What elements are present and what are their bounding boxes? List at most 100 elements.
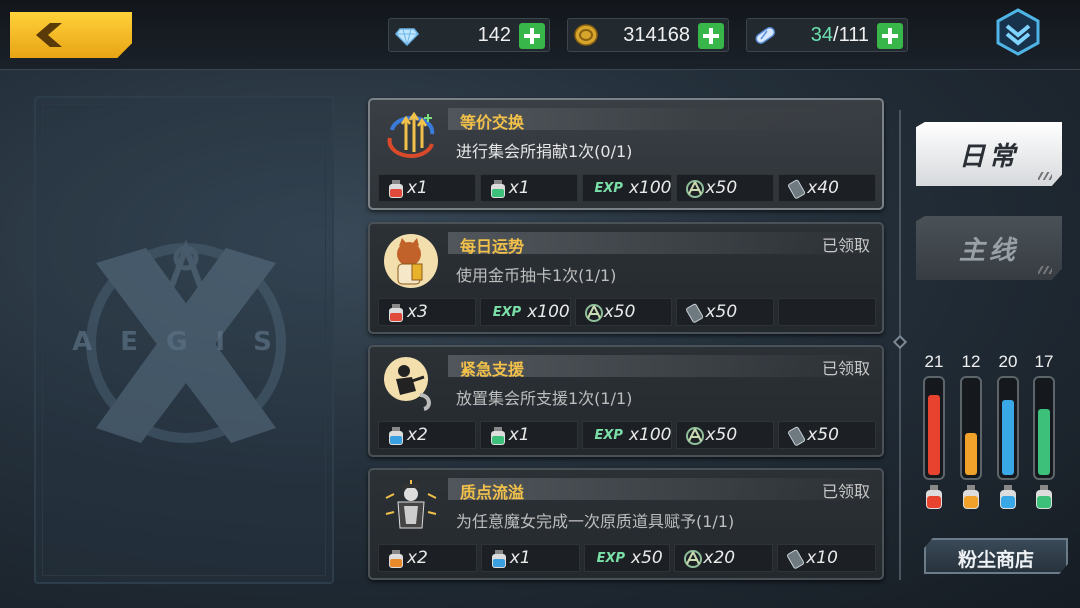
task-description: 为任意魔女完成一次原质道具赋予(1/1) <box>456 512 735 531</box>
gauge-value: 20 <box>998 352 1018 371</box>
task-card[interactable]: 每日运势 已领取使用金币抽卡1次(1/1) x3 EXP x100 x50 x50 <box>368 222 884 334</box>
reward-count: x40 <box>807 178 839 198</box>
reward-row: x1 x1 EXP x100 x50 x40 <box>378 174 877 202</box>
gauge-potion-icon <box>1000 485 1016 509</box>
reward-count: x1 <box>508 178 530 198</box>
task-description: 进行集会所捐献1次(0/1) <box>456 142 633 161</box>
emblem-token-icon <box>684 550 703 568</box>
task-card[interactable]: 质点流溢 已领取 为任意魔女完成一次原质道具赋予(1/1) x2 x1 EXP x50 x20… <box>368 468 884 580</box>
exp-icon: EXP <box>492 304 522 320</box>
exp-icon: EXP <box>594 427 623 443</box>
back-button[interactable] <box>10 12 132 58</box>
tab-daily[interactable]: 日常 <box>916 122 1062 186</box>
dust-shop-button[interactable]: 粉尘商店 <box>924 538 1068 574</box>
gold-coin-icon <box>574 24 598 46</box>
reward-slot: x1 <box>479 174 578 202</box>
task-card[interactable]: 等价交换 进行集会所捐献1次(0/1) x1 x1 EXP x100 x50 x40 <box>368 98 884 210</box>
support-soldier-icon <box>384 357 431 411</box>
resource-gauge: 17 <box>1032 352 1056 512</box>
reward-slot: x50 <box>574 298 673 326</box>
add-diamond-button[interactable] <box>519 23 545 49</box>
reward-slot: x20 <box>674 544 774 572</box>
potion-green-icon <box>490 427 505 445</box>
reward-slot: EXP x100 <box>581 421 673 449</box>
gauge-value: 12 <box>961 352 981 371</box>
reward-slot: x2 <box>378 544 477 572</box>
emblem-token-icon <box>686 427 705 445</box>
reward-row: x3 EXP x100 x50 x50 <box>378 298 877 326</box>
reward-count: x3 <box>407 302 428 322</box>
task-description: 使用金币抽卡1次(1/1) <box>456 266 617 285</box>
tab-main[interactable]: 主线 <box>916 216 1062 280</box>
reward-row: x2 x1 EXP x50 x20 x10 <box>378 544 876 572</box>
gold-value: 314168 <box>623 24 690 46</box>
reward-count: x1 <box>509 548 531 568</box>
task-name: 紧急支援 <box>460 360 525 379</box>
stamina-counter: 34/111 <box>746 18 908 52</box>
resource-gauge: 12 <box>959 352 983 512</box>
exp-icon: EXP <box>594 180 623 196</box>
task-name: 每日运势 <box>460 237 525 256</box>
add-stamina-button[interactable] <box>877 23 903 49</box>
reward-count: x50 <box>631 548 663 568</box>
gauge-fill <box>965 432 977 475</box>
reward-count: x100 <box>527 302 570 322</box>
task-status: 已领取 <box>821 236 870 255</box>
reward-count: x2 <box>407 548 428 568</box>
menu-chevron-icon[interactable] <box>994 8 1042 56</box>
gauge-tube <box>960 376 982 480</box>
resource-gauge: 20 <box>996 352 1020 512</box>
potion-blue-icon <box>491 550 506 568</box>
gold-counter: 314168 <box>567 18 729 52</box>
card-fragment-icon <box>686 303 704 323</box>
emblem-panel: AEGIS <box>34 96 334 584</box>
reward-slot: EXP x50 <box>583 544 671 572</box>
diamond-value: 142 <box>477 24 511 46</box>
gauge-tube <box>1033 376 1055 480</box>
potion-green-icon <box>490 180 505 198</box>
reward-slot: x3 <box>378 298 476 326</box>
emblem-token-icon <box>584 304 603 322</box>
reward-count: x50 <box>705 425 738 445</box>
back-arrow-icon <box>36 23 62 47</box>
reward-slot: x1 <box>378 174 476 202</box>
reward-slot: x50 <box>676 174 775 202</box>
reward-count: x100 <box>628 178 672 198</box>
reward-slot: EXP x100 <box>581 174 673 202</box>
potion-red-icon <box>389 180 403 198</box>
gauge-fill <box>1038 409 1050 475</box>
lucky-cat-icon <box>384 234 438 288</box>
card-fragment-icon <box>788 179 806 199</box>
gauge-tube <box>997 376 1019 480</box>
task-icon <box>382 478 440 536</box>
stamina-pill-icon <box>755 27 776 44</box>
warrior-portrait-icon <box>385 480 437 529</box>
emblem-token-icon <box>686 180 705 198</box>
diamond-icon <box>394 28 420 47</box>
reward-slot: x50 <box>676 298 775 326</box>
reward-slot: x10 <box>777 544 876 572</box>
reward-count: x100 <box>628 425 672 445</box>
reward-count: x50 <box>603 302 636 322</box>
potion-orange-icon <box>389 550 403 568</box>
card-fragment-icon <box>787 549 805 569</box>
tab-main-label: 主线 <box>958 236 1019 266</box>
gauge-potion-icon <box>926 485 942 509</box>
aegis-emblem-text: AEGIS <box>72 327 300 357</box>
add-gold-button[interactable] <box>698 23 724 49</box>
scroll-thumb[interactable] <box>892 334 908 350</box>
task-description: 放置集会所支援1次(1/1) <box>456 389 633 408</box>
resource-gauge: 21 <box>922 352 946 512</box>
task-status: 已领取 <box>821 359 870 378</box>
task-name: 质点流溢 <box>460 483 525 502</box>
gauge-fill <box>1002 399 1014 475</box>
reward-count: x50 <box>705 178 738 198</box>
diamond-counter: 142 <box>388 18 550 52</box>
reward-count: x50 <box>705 302 738 322</box>
exchange-arrows-icon <box>387 111 435 158</box>
task-icon <box>382 232 440 290</box>
aegis-emblem-icon: AEGIS <box>72 239 300 443</box>
reward-count: x20 <box>703 548 736 568</box>
reward-slot: EXP x100 <box>479 298 571 326</box>
task-card[interactable]: 紧急支援 已领取 放置集会所支援1次(1/1) x2 x1 EXP x100 x50 x50 <box>368 345 884 457</box>
